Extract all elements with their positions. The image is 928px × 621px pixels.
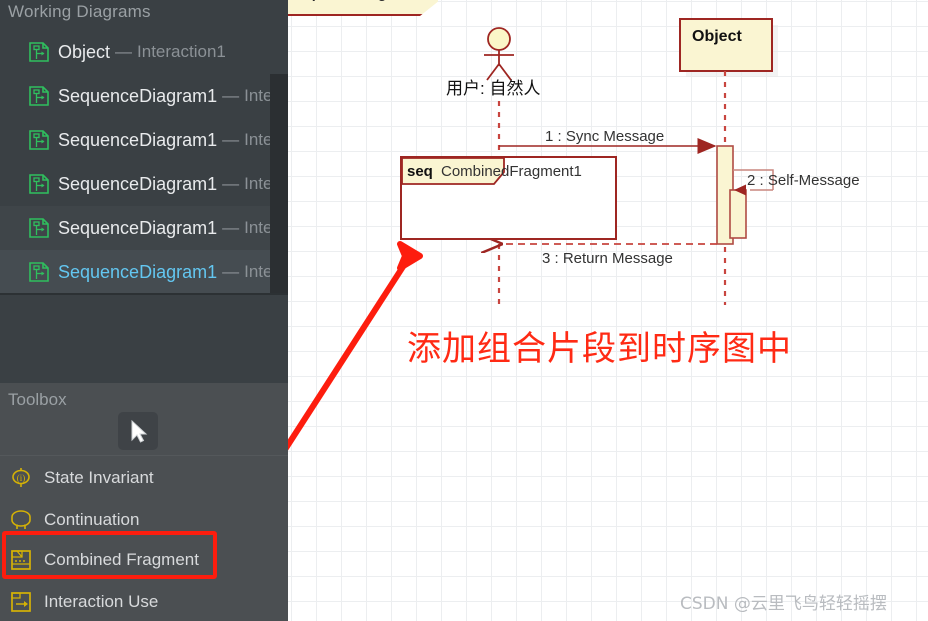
list-item-selected[interactable]: SequenceDiagram1 — Intera [0,250,288,294]
list-item[interactable]: SequenceDiagram1 — Intera [0,74,288,118]
combined-fragment-icon [8,547,34,573]
tool-label: Interaction Use [44,592,159,611]
toolbox-title: Toolbox [8,390,67,409]
cursor-arrow-icon[interactable] [118,412,158,450]
empty-panel-area [0,293,288,383]
sequence-diagram-icon [28,41,50,63]
list-item-name: SequenceDiagram1 [58,85,218,106]
tool-continuation[interactable]: Continuation [0,499,288,541]
message-1-label: 1 : Sync Message [545,128,665,145]
sequence-diagram-icon [28,85,50,107]
tool-label: State Invariant [44,468,154,487]
list-item-separator: — [222,262,240,281]
actor-label: 用户: 自然人 [446,79,541,98]
message-3-label: 3 : Return Message [542,250,673,267]
red-pointer-arrow-icon [288,241,423,451]
tool-label: Combined Fragment [44,550,199,569]
state-invariant-icon: (i) [8,465,34,491]
list-item-name: SequenceDiagram1 [58,217,218,238]
combined-fragment-name: CombinedFragment1 [441,163,582,180]
annotation-text: 添加组合片段到时序图中 [407,329,792,369]
sequence-diagram-icon [28,261,50,283]
watermark: CSDN @云里飞鸟轻轻摇摆 [680,594,887,614]
svg-text:(i): (i) [17,473,26,483]
sequence-diagram-icon [28,173,50,195]
list-item-name: Object [58,41,111,62]
continuation-icon [8,507,34,533]
panel-divider [0,293,288,295]
combined-fragment-keyword: seq [407,163,433,180]
tool-state-invariant[interactable]: (i) State Invariant [0,457,288,499]
diagram-list-scrollbar[interactable] [270,74,288,293]
left-sidebar: Working Diagrams Object — Interaction1 S… [0,0,288,621]
list-item-separator: — [222,174,240,193]
list-item[interactable]: SequenceDiagram1 — Intera [0,162,288,206]
tool-interaction-use[interactable]: Interaction Use [0,581,288,621]
list-item-name: SequenceDiagram1 [58,129,218,150]
sequence-diagram-icon [28,217,50,239]
diagram-canvas[interactable]: SequenceDiagram1 [288,0,928,621]
tool-label: Continuation [44,510,140,529]
interaction-use-icon [8,589,34,615]
object-label: Object [692,28,742,45]
list-item-name: SequenceDiagram1 [58,173,218,194]
sequence-diagram-icon [28,129,50,151]
list-item-separator: — [222,218,240,237]
message-2-label: 2 : Self-Message [747,172,860,189]
toolbox-divider [0,455,288,456]
list-item-separator: — [222,86,240,105]
list-item-name: SequenceDiagram1 [58,261,218,282]
list-item[interactable]: SequenceDiagram1 — Intera [0,206,288,250]
working-diagrams-list[interactable]: Object — Interaction1 SequenceDiagram1 —… [0,30,288,294]
list-item-separator: — [115,42,133,61]
list-item-subtitle: Interaction1 [137,42,226,61]
list-item-separator: — [222,130,240,149]
list-item[interactable]: SequenceDiagram1 — Intera [0,118,288,162]
list-item[interactable]: Object — Interaction1 [0,30,288,74]
tool-combined-fragment[interactable]: Combined Fragment [0,539,288,581]
working-diagrams-title: Working Diagrams [8,2,151,21]
